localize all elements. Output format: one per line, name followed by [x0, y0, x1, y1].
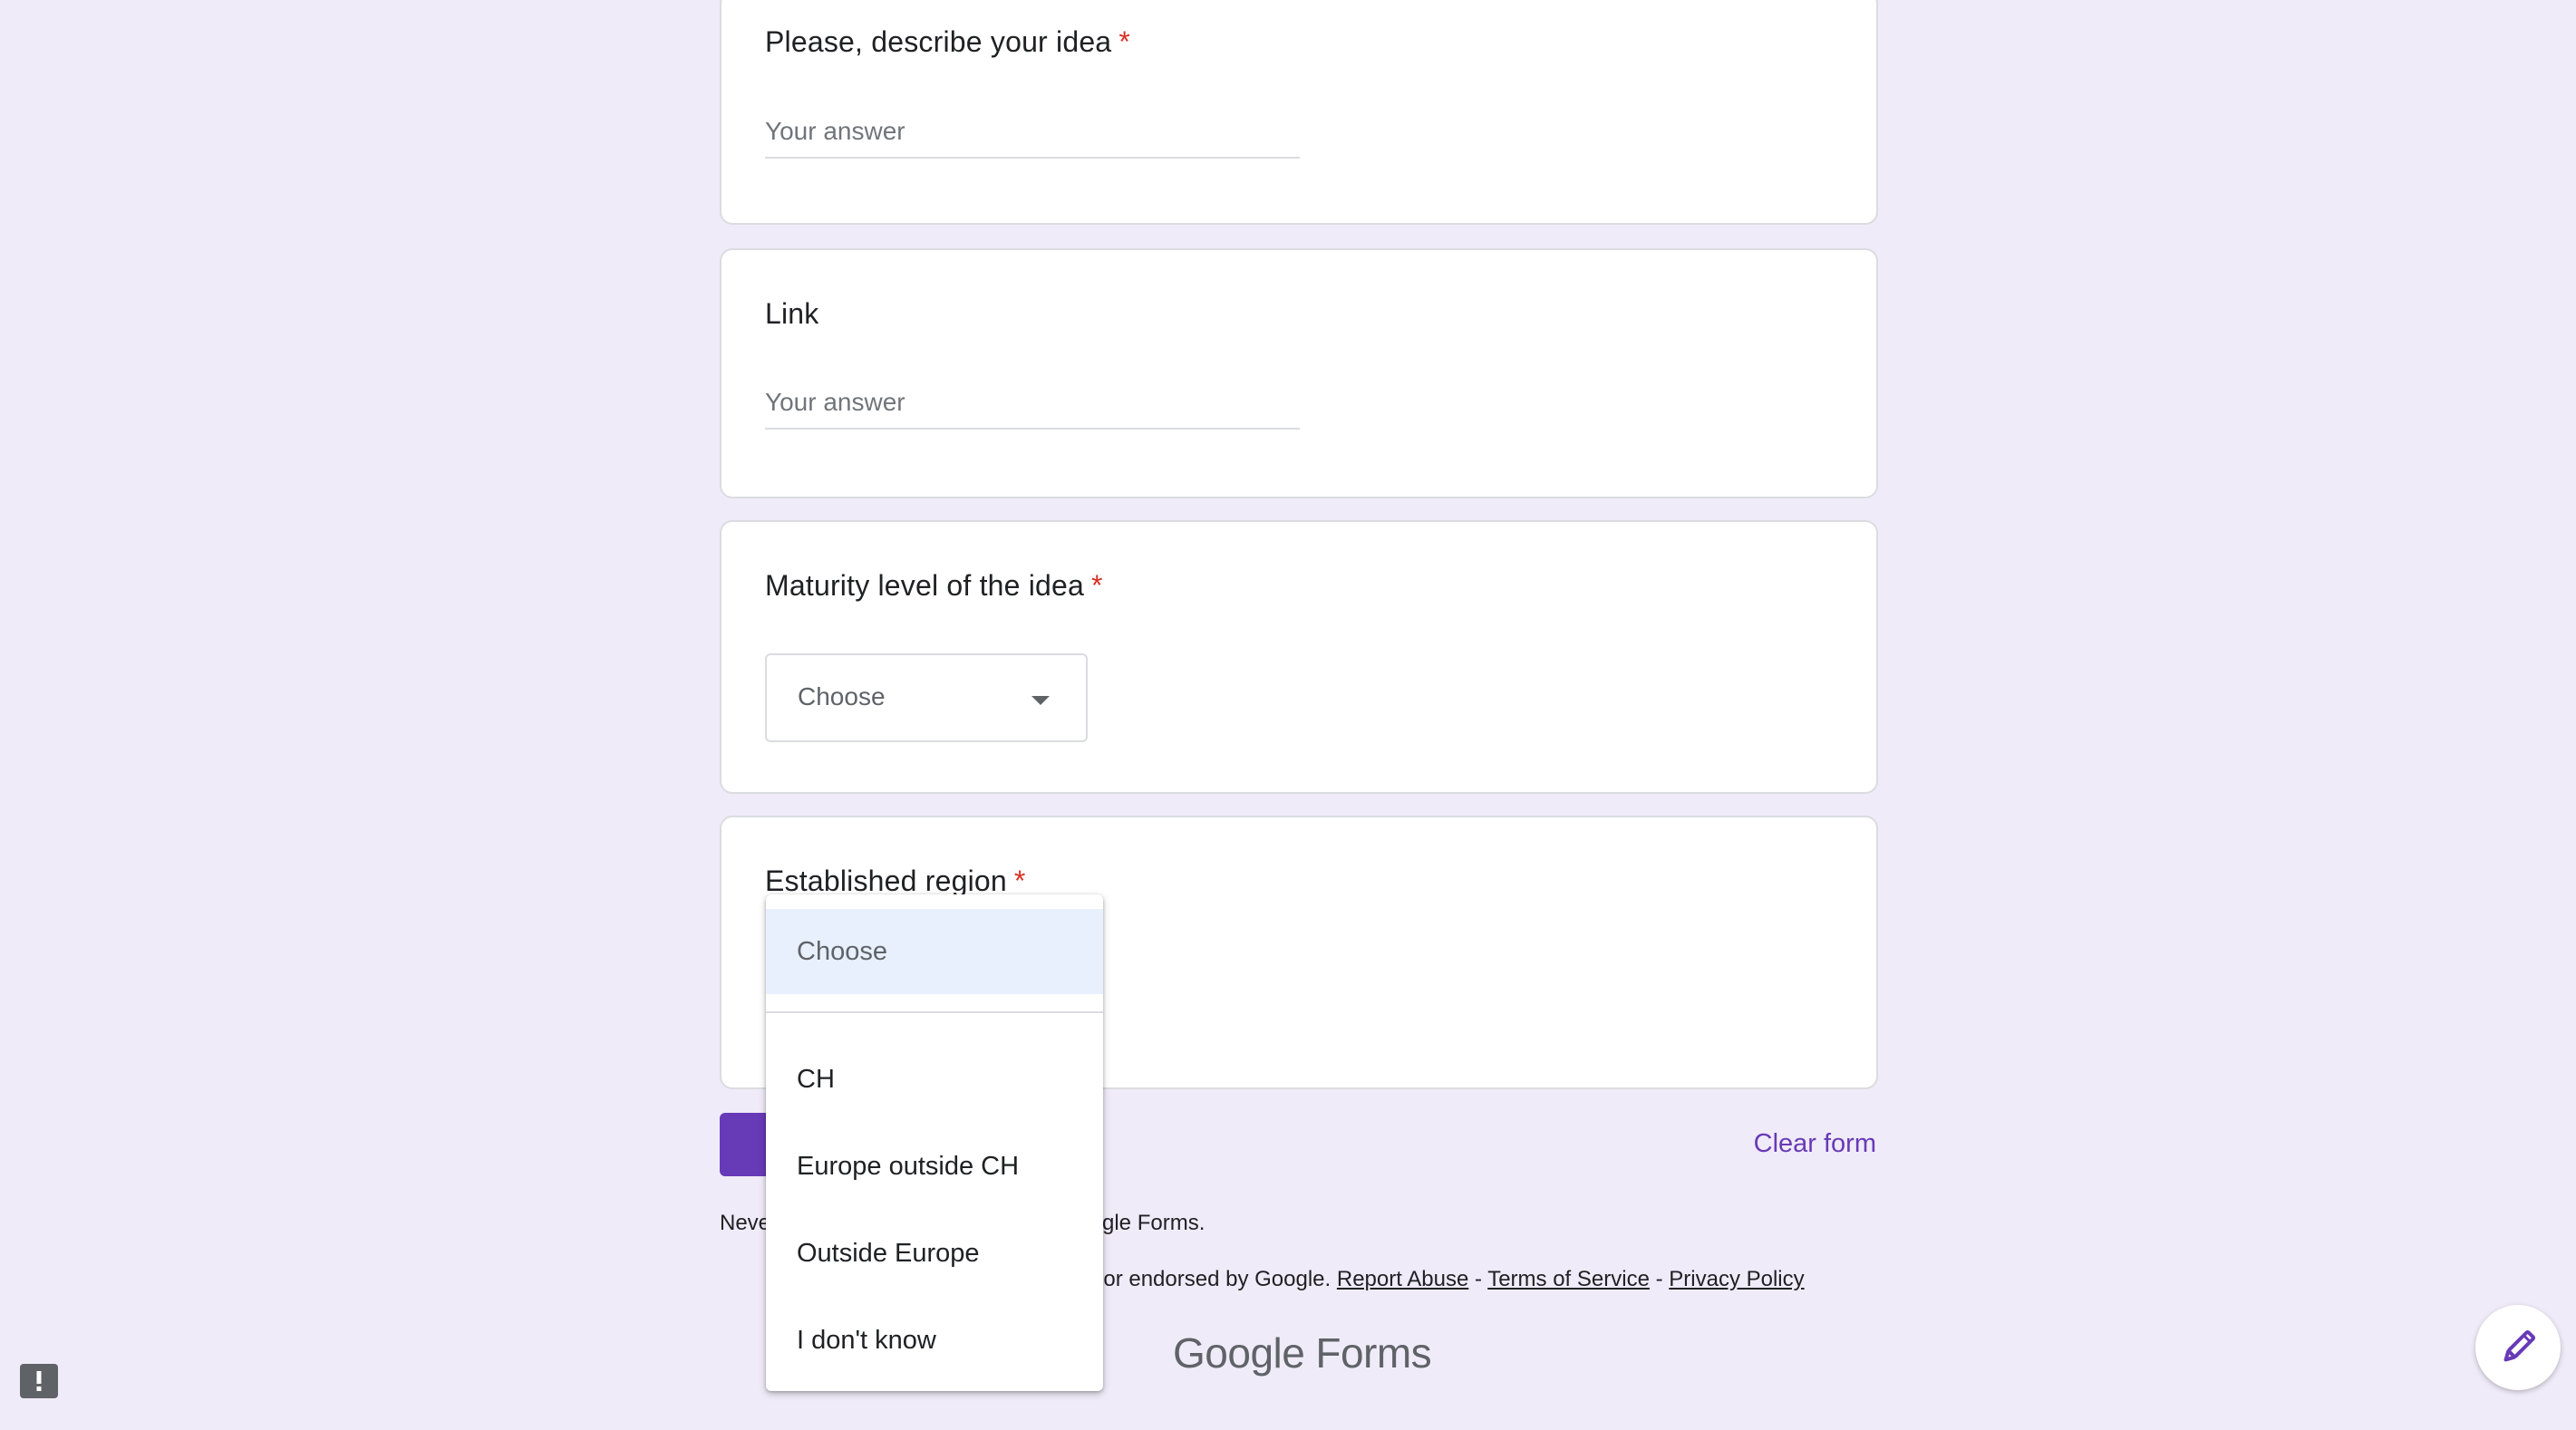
- question-title-text: Established region: [765, 865, 1007, 897]
- privacy-policy-link[interactable]: Privacy Policy: [1669, 1267, 1804, 1291]
- dropdown-divider: [766, 1011, 1103, 1013]
- footer-separator: -: [1655, 1267, 1663, 1291]
- footer-never-suffix: gle Forms.: [1102, 1211, 1206, 1235]
- logo-google-text: Google: [1173, 1329, 1305, 1377]
- footer-endorse-text: nor endorsed by Google.: [1091, 1267, 1332, 1291]
- required-asterisk: *: [1013, 865, 1026, 897]
- question-card-maturity: Maturity level of the idea * Choose: [720, 520, 1878, 794]
- answer-placeholder: Your answer: [765, 388, 905, 416]
- answer-placeholder: Your answer: [765, 117, 905, 145]
- idea-answer-input[interactable]: Your answer: [765, 113, 1300, 159]
- select-value: Choose: [798, 682, 886, 710]
- dropdown-option[interactable]: Europe outside CH: [766, 1144, 1103, 1189]
- question-card-idea: Please, describe your idea * Your answer: [720, 0, 1878, 225]
- question-title: Established region *: [765, 865, 1026, 898]
- required-asterisk: *: [1119, 25, 1130, 58]
- footer-never-prefix: Neve: [720, 1211, 771, 1235]
- pencil-icon: [2503, 1329, 2536, 1362]
- dropdown-option[interactable]: Outside Europe: [766, 1231, 1103, 1276]
- terms-of-service-link[interactable]: Terms of Service: [1487, 1267, 1650, 1291]
- region-dropdown-menu: Choose CH Europe outside CH Outside Euro…: [766, 894, 1103, 1391]
- edit-button[interactable]: [2475, 1305, 2561, 1390]
- question-title: Maturity level of the idea *: [765, 569, 1103, 603]
- report-issue-icon[interactable]: [20, 1364, 58, 1398]
- question-title-text: Please, describe your idea: [765, 25, 1112, 58]
- required-asterisk: *: [1091, 569, 1103, 602]
- link-answer-input[interactable]: Your answer: [765, 384, 1300, 430]
- footer-separator: -: [1474, 1267, 1482, 1291]
- question-title: Link: [765, 297, 819, 331]
- logo-forms-text: Forms: [1315, 1329, 1432, 1377]
- report-abuse-link[interactable]: Report Abuse: [1337, 1267, 1468, 1291]
- dropdown-option[interactable]: CH: [766, 1057, 1103, 1102]
- maturity-select[interactable]: Choose: [765, 653, 1088, 742]
- footer-disclaimer: nor endorsed by Google. Report Abuse - T…: [1091, 1267, 1805, 1292]
- google-forms-logo[interactable]: Google Forms: [1173, 1329, 1432, 1377]
- question-title: Please, describe your idea *: [765, 25, 1130, 59]
- dropdown-option[interactable]: I don't know: [766, 1318, 1103, 1363]
- question-card-link: Link Your answer: [720, 248, 1878, 498]
- arrow-drop-down-icon: [1031, 696, 1050, 705]
- question-title-text: Link: [765, 297, 819, 330]
- clear-form-button[interactable]: Clear form: [1722, 1129, 1876, 1159]
- question-title-text: Maturity level of the idea: [765, 569, 1085, 602]
- exclamation-icon: [36, 1371, 42, 1391]
- dropdown-option-choose[interactable]: Choose: [766, 909, 1103, 994]
